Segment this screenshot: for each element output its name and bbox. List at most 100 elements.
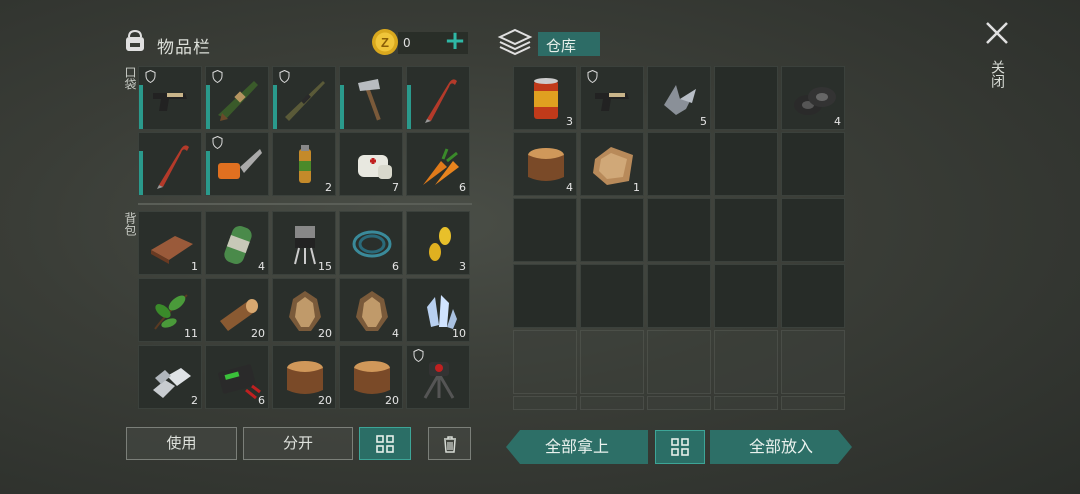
item-slot-hide[interactable]: 4 bbox=[339, 278, 403, 342]
rifle-icon bbox=[285, 81, 325, 121]
take-all-button[interactable]: 全部拿上 bbox=[506, 430, 648, 464]
trash-button[interactable] bbox=[428, 427, 471, 460]
item-count: 15 bbox=[318, 260, 332, 273]
empty-slot[interactable] bbox=[714, 132, 778, 196]
coin-count: 0 bbox=[403, 36, 411, 50]
empty-slot[interactable] bbox=[781, 132, 845, 196]
item-slot-vial[interactable]: 2 bbox=[272, 132, 336, 196]
crowbar-icon bbox=[425, 79, 457, 123]
add-coins-button[interactable]: + bbox=[444, 28, 466, 54]
hide-icon bbox=[356, 291, 388, 331]
empty-slot[interactable] bbox=[714, 264, 778, 328]
empty-slot[interactable] bbox=[647, 330, 711, 394]
backpack-label: 背包 bbox=[123, 212, 137, 236]
empty-slot[interactable] bbox=[714, 66, 778, 130]
empty-slot[interactable] bbox=[647, 396, 711, 410]
durability-bar bbox=[273, 85, 277, 129]
item-slot-seeds[interactable]: 3 bbox=[406, 211, 470, 275]
item-slot-chainsaw[interactable] bbox=[205, 132, 269, 196]
item-slot-bandage[interactable]: 7 bbox=[339, 132, 403, 196]
item-count: 20 bbox=[385, 394, 399, 407]
trash-icon bbox=[443, 435, 456, 453]
item-count: 3 bbox=[566, 115, 573, 128]
durability-bar bbox=[340, 85, 344, 129]
item-slot-hide[interactable]: 20 bbox=[272, 278, 336, 342]
item-count: 11 bbox=[184, 327, 198, 340]
crowbar-icon bbox=[157, 145, 189, 189]
durability-bar bbox=[407, 85, 411, 129]
empty-slot[interactable] bbox=[513, 264, 577, 328]
item-slot-stump[interactable]: 20 bbox=[272, 345, 336, 409]
put-all-button[interactable]: 全部放入 bbox=[710, 430, 852, 464]
sort-grid-button[interactable] bbox=[359, 427, 411, 460]
metal-icon bbox=[153, 368, 191, 398]
item-count: 5 bbox=[700, 115, 707, 128]
item-slot-plank[interactable]: 1 bbox=[138, 211, 202, 275]
item-slot-car-battery[interactable]: 6 bbox=[205, 345, 269, 409]
empty-slot[interactable] bbox=[647, 198, 711, 262]
item-slot-stump[interactable]: 20 bbox=[339, 345, 403, 409]
empty-slot[interactable] bbox=[580, 264, 644, 328]
item-slot-rifle[interactable] bbox=[272, 66, 336, 130]
scrap-icon bbox=[664, 85, 696, 115]
empty-slot[interactable] bbox=[714, 330, 778, 394]
close-label[interactable]: 关闭 bbox=[989, 60, 1007, 88]
grid-icon bbox=[376, 434, 394, 453]
empty-slot[interactable] bbox=[714, 198, 778, 262]
item-count: 6 bbox=[258, 394, 265, 407]
item-slot-turret[interactable] bbox=[406, 345, 470, 409]
item-count: 1 bbox=[191, 260, 198, 273]
empty-slot[interactable] bbox=[781, 264, 845, 328]
item-count: 4 bbox=[392, 327, 399, 340]
item-slot-shotgun[interactable] bbox=[205, 66, 269, 130]
item-slot-battery-cell[interactable]: 4 bbox=[205, 211, 269, 275]
item-slot-scrap[interactable]: 5 bbox=[647, 66, 711, 130]
inventory-screen: 物品栏 Z 0 + 仓库 关闭 口袋 背包 276 1 4 15 6 3 11 20 20 4 1… bbox=[0, 0, 1080, 494]
empty-slot[interactable] bbox=[647, 132, 711, 196]
empty-slot[interactable] bbox=[781, 198, 845, 262]
empty-slot[interactable] bbox=[580, 396, 644, 410]
empty-slot[interactable] bbox=[580, 330, 644, 394]
empty-slot[interactable] bbox=[781, 396, 845, 410]
item-slot-pistol[interactable] bbox=[580, 66, 644, 130]
close-icon[interactable] bbox=[984, 20, 1010, 46]
item-count: 4 bbox=[834, 115, 841, 128]
tab-storage[interactable]: 仓库 bbox=[538, 32, 600, 56]
empty-slot[interactable] bbox=[513, 198, 577, 262]
empty-slot[interactable] bbox=[647, 264, 711, 328]
item-slot-crowbar[interactable] bbox=[138, 132, 202, 196]
pocket-label: 口袋 bbox=[123, 66, 137, 90]
item-count: 7 bbox=[392, 181, 399, 194]
hatchet-icon bbox=[358, 79, 381, 121]
item-slot-hatchet[interactable] bbox=[339, 66, 403, 130]
item-count: 4 bbox=[566, 181, 573, 194]
item-slot-tires[interactable]: 4 bbox=[781, 66, 845, 130]
item-slot-pistol[interactable] bbox=[138, 66, 202, 130]
empty-slot[interactable] bbox=[580, 198, 644, 262]
item-slot-log[interactable]: 20 bbox=[205, 278, 269, 342]
item-slot-metal[interactable]: 2 bbox=[138, 345, 202, 409]
empty-slot[interactable] bbox=[781, 330, 845, 394]
bandage-icon bbox=[358, 155, 392, 179]
item-slot-stump[interactable]: 4 bbox=[513, 132, 577, 196]
storage-sort-grid-button[interactable] bbox=[655, 430, 705, 464]
item-slot-carrot[interactable]: 6 bbox=[406, 132, 470, 196]
pistol-icon bbox=[595, 93, 629, 111]
item-slot-crowbar[interactable] bbox=[406, 66, 470, 130]
item-slot-leather[interactable]: 1 bbox=[580, 132, 644, 196]
item-slot-food-can[interactable]: 3 bbox=[513, 66, 577, 130]
split-button[interactable]: 分开 bbox=[243, 427, 353, 460]
chainsaw-icon bbox=[218, 149, 262, 179]
item-slot-crystal[interactable]: 10 bbox=[406, 278, 470, 342]
empty-slot[interactable] bbox=[714, 396, 778, 410]
use-button[interactable]: 使用 bbox=[126, 427, 237, 460]
empty-slot[interactable] bbox=[513, 396, 577, 410]
item-slot-leaf[interactable]: 11 bbox=[138, 278, 202, 342]
item-count: 3 bbox=[459, 260, 466, 273]
item-slot-wire[interactable]: 6 bbox=[339, 211, 403, 275]
vial-icon bbox=[299, 145, 311, 183]
item-slot-transistor[interactable]: 15 bbox=[272, 211, 336, 275]
item-count: 2 bbox=[325, 181, 332, 194]
food-can-icon bbox=[534, 78, 558, 119]
empty-slot[interactable] bbox=[513, 330, 577, 394]
